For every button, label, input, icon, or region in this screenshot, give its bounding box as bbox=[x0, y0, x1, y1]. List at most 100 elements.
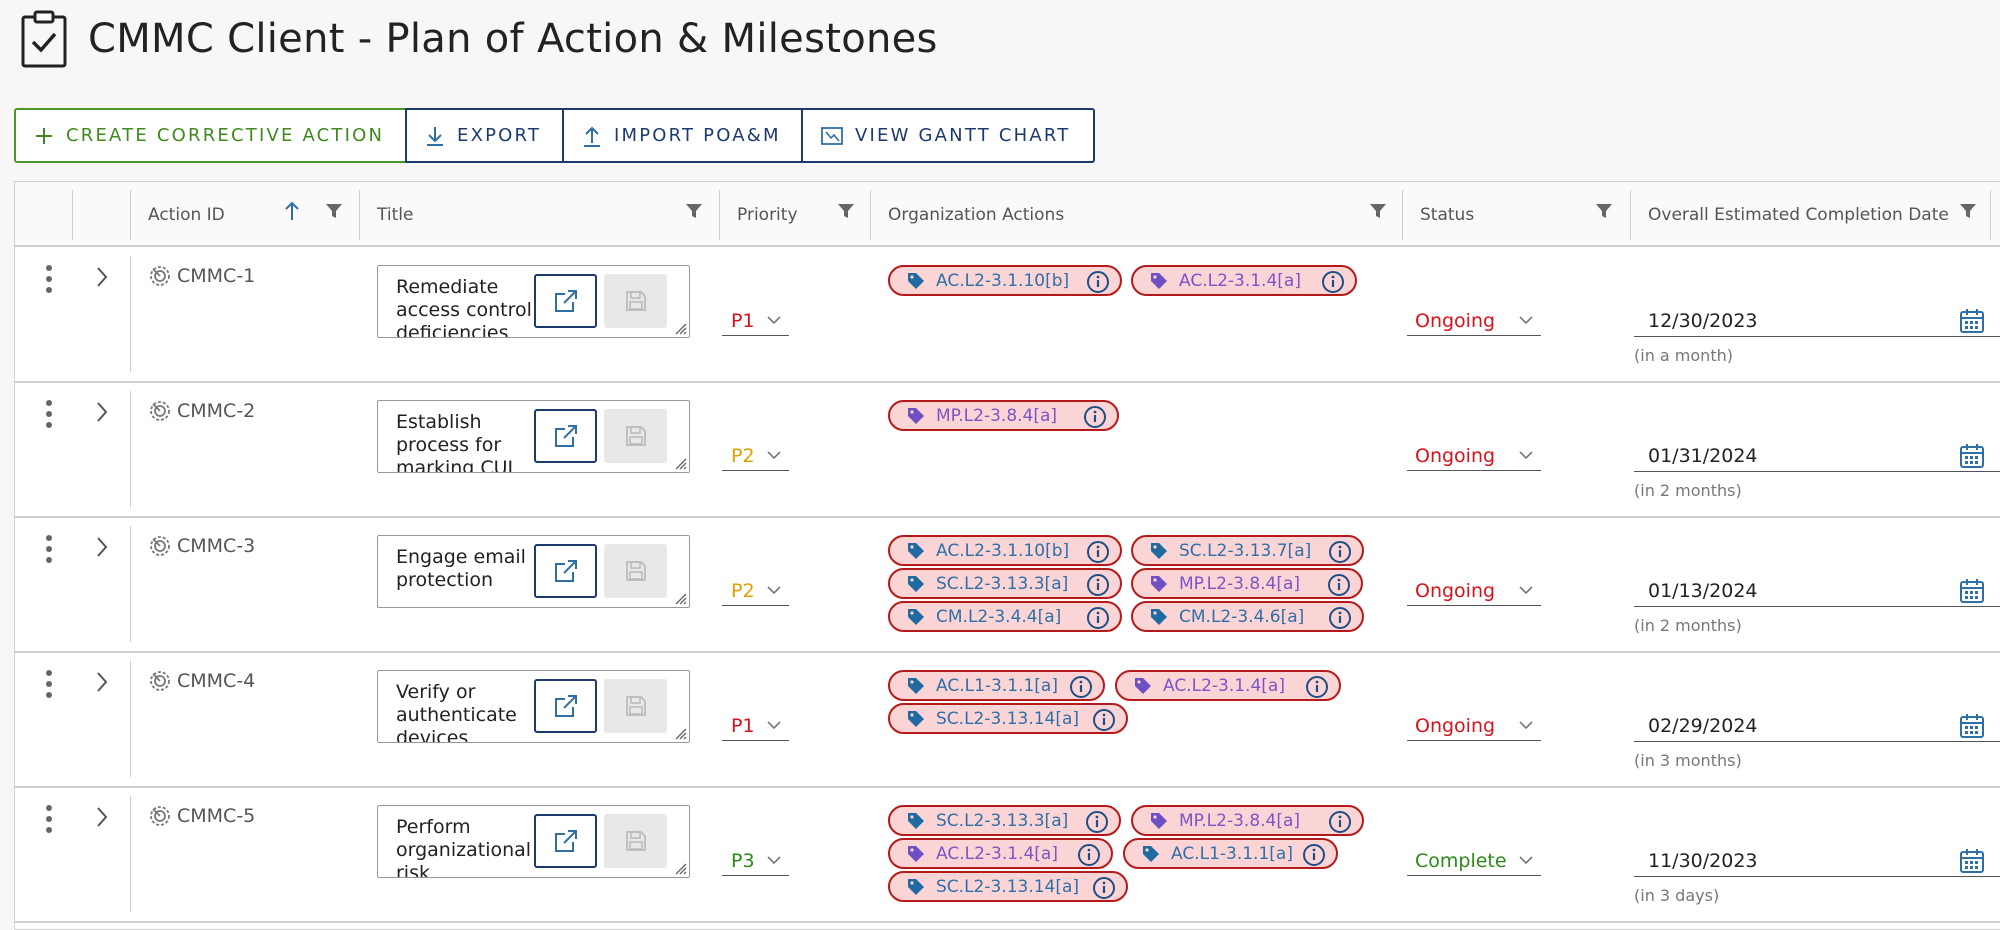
control-tag[interactable]: SC.L2-3.13.14[a] bbox=[888, 703, 1128, 734]
save-button[interactable] bbox=[604, 409, 667, 463]
info-icon[interactable] bbox=[1069, 675, 1093, 699]
status-select[interactable]: Ongoing bbox=[1407, 711, 1541, 741]
create-corrective-action-button[interactable]: CREATE CORRECTIVE ACTION bbox=[14, 108, 407, 163]
control-tag[interactable]: SC.L2-3.13.3[a] bbox=[888, 568, 1122, 599]
export-button[interactable]: EXPORT bbox=[405, 108, 564, 163]
save-button[interactable] bbox=[604, 679, 667, 733]
info-icon[interactable] bbox=[1092, 708, 1116, 732]
row-actions-icon[interactable] bbox=[45, 804, 53, 834]
info-icon[interactable] bbox=[1086, 540, 1110, 564]
control-tag[interactable]: MP.L2-3.8.4[a] bbox=[888, 400, 1119, 431]
row-actions-icon[interactable] bbox=[45, 264, 53, 294]
filter-icon[interactable] bbox=[1959, 202, 1977, 220]
completion-date-input[interactable]: 02/29/2024 bbox=[1634, 711, 2000, 742]
control-tag[interactable]: CM.L2-3.4.6[a] bbox=[1131, 601, 1364, 632]
control-tag[interactable]: AC.L1-3.1.1[a] bbox=[1123, 838, 1338, 869]
control-tag[interactable]: SC.L2-3.13.7[a] bbox=[1131, 535, 1364, 566]
column-header-organization-actions[interactable]: Organization Actions bbox=[870, 190, 1064, 240]
status-select[interactable]: Complete bbox=[1407, 846, 1541, 876]
completion-date-input[interactable]: 01/31/2024 bbox=[1634, 441, 2000, 472]
control-tag[interactable]: SC.L2-3.13.3[a] bbox=[888, 805, 1121, 836]
info-icon[interactable] bbox=[1328, 540, 1352, 564]
info-icon[interactable] bbox=[1305, 675, 1329, 699]
resize-grip-icon[interactable] bbox=[673, 321, 687, 335]
calendar-icon[interactable] bbox=[1959, 578, 1985, 604]
info-icon[interactable] bbox=[1328, 606, 1352, 630]
expand-row-chevron-icon[interactable] bbox=[95, 536, 109, 558]
resize-grip-icon[interactable] bbox=[673, 591, 687, 605]
filter-icon[interactable] bbox=[837, 202, 855, 220]
open-detail-button[interactable] bbox=[534, 409, 597, 463]
resize-grip-icon[interactable] bbox=[673, 726, 687, 740]
column-header-completion-date[interactable]: Overall Estimated Completion Date bbox=[1630, 190, 1949, 240]
control-tag[interactable]: AC.L2-3.1.10[b] bbox=[888, 535, 1122, 566]
expand-row-chevron-icon[interactable] bbox=[95, 401, 109, 423]
import-poam-button[interactable]: IMPORT POA&M bbox=[562, 108, 803, 163]
info-icon[interactable] bbox=[1327, 573, 1351, 597]
column-header-title[interactable]: Title bbox=[359, 190, 413, 240]
info-icon[interactable] bbox=[1328, 810, 1352, 834]
column-header-action-id[interactable]: Action ID bbox=[130, 190, 225, 240]
column-header-priority[interactable]: Priority bbox=[719, 190, 798, 240]
expand-row-chevron-icon[interactable] bbox=[95, 266, 109, 288]
info-icon[interactable] bbox=[1086, 270, 1110, 294]
filter-icon[interactable] bbox=[1369, 202, 1387, 220]
priority-select[interactable]: P1 bbox=[722, 711, 789, 741]
title-textarea[interactable]: Remediate access control deficiencies bbox=[377, 265, 690, 338]
resize-grip-icon[interactable] bbox=[673, 861, 687, 875]
info-icon[interactable] bbox=[1085, 810, 1109, 834]
title-textarea[interactable]: Verify or authenticate devices bbox=[377, 670, 690, 743]
row-actions-icon[interactable] bbox=[45, 534, 53, 564]
info-icon[interactable] bbox=[1086, 573, 1110, 597]
control-tag[interactable]: CM.L2-3.4.4[a] bbox=[888, 601, 1122, 632]
calendar-icon[interactable] bbox=[1959, 848, 1985, 874]
completion-date-input[interactable]: 01/13/2024 bbox=[1634, 576, 2000, 607]
priority-select[interactable]: P1 bbox=[722, 306, 789, 336]
calendar-icon[interactable] bbox=[1959, 443, 1985, 469]
status-select[interactable]: Ongoing bbox=[1407, 306, 1541, 336]
open-detail-button[interactable] bbox=[534, 274, 597, 328]
info-icon[interactable] bbox=[1083, 405, 1107, 429]
completion-date-input[interactable]: 12/30/2023 bbox=[1634, 306, 2000, 337]
title-textarea[interactable]: Establish process for marking CUI bbox=[377, 400, 690, 473]
priority-select[interactable]: P2 bbox=[722, 441, 789, 471]
title-textarea[interactable]: Engage email protection bbox=[377, 535, 690, 608]
resize-grip-icon[interactable] bbox=[673, 456, 687, 470]
control-tag[interactable]: AC.L2-3.1.4[a] bbox=[1131, 265, 1357, 296]
control-tag[interactable]: AC.L2-3.1.10[b] bbox=[888, 265, 1122, 296]
filter-icon[interactable] bbox=[1595, 202, 1613, 220]
title-textarea[interactable]: Perform organizational risk bbox=[377, 805, 690, 878]
info-icon[interactable] bbox=[1077, 843, 1101, 867]
view-gantt-chart-button[interactable]: VIEW GANTT CHART bbox=[801, 108, 1095, 163]
control-tag[interactable]: AC.L2-3.1.4[a] bbox=[1115, 670, 1341, 701]
calendar-icon[interactable] bbox=[1959, 713, 1985, 739]
status-select[interactable]: Ongoing bbox=[1407, 576, 1541, 606]
column-header-status[interactable]: Status bbox=[1402, 190, 1474, 240]
expand-row-chevron-icon[interactable] bbox=[95, 671, 109, 693]
info-icon[interactable] bbox=[1302, 843, 1326, 867]
open-detail-button[interactable] bbox=[534, 679, 597, 733]
row-actions-icon[interactable] bbox=[45, 669, 53, 699]
status-select[interactable]: Ongoing bbox=[1407, 441, 1541, 471]
priority-select[interactable]: P3 bbox=[722, 846, 789, 876]
calendar-icon[interactable] bbox=[1959, 308, 1985, 334]
control-tag[interactable]: AC.L1-3.1.1[a] bbox=[888, 670, 1105, 701]
control-tag[interactable]: AC.L2-3.1.4[a] bbox=[888, 838, 1113, 869]
control-tag[interactable]: MP.L2-3.8.4[a] bbox=[1131, 568, 1363, 599]
info-icon[interactable] bbox=[1092, 876, 1116, 900]
control-tag[interactable]: SC.L2-3.13.14[a] bbox=[888, 871, 1128, 902]
expand-row-chevron-icon[interactable] bbox=[95, 806, 109, 828]
save-button[interactable] bbox=[604, 544, 667, 598]
info-icon[interactable] bbox=[1086, 606, 1110, 630]
filter-icon[interactable] bbox=[325, 202, 343, 220]
filter-icon[interactable] bbox=[685, 202, 703, 220]
control-tag[interactable]: MP.L2-3.8.4[a] bbox=[1131, 805, 1364, 836]
sort-ascending-icon[interactable] bbox=[283, 200, 301, 222]
row-actions-icon[interactable] bbox=[45, 399, 53, 429]
open-detail-button[interactable] bbox=[534, 814, 597, 868]
priority-select[interactable]: P2 bbox=[722, 576, 789, 606]
info-icon[interactable] bbox=[1321, 270, 1345, 294]
open-detail-button[interactable] bbox=[534, 544, 597, 598]
save-button[interactable] bbox=[604, 814, 667, 868]
save-button[interactable] bbox=[604, 274, 667, 328]
